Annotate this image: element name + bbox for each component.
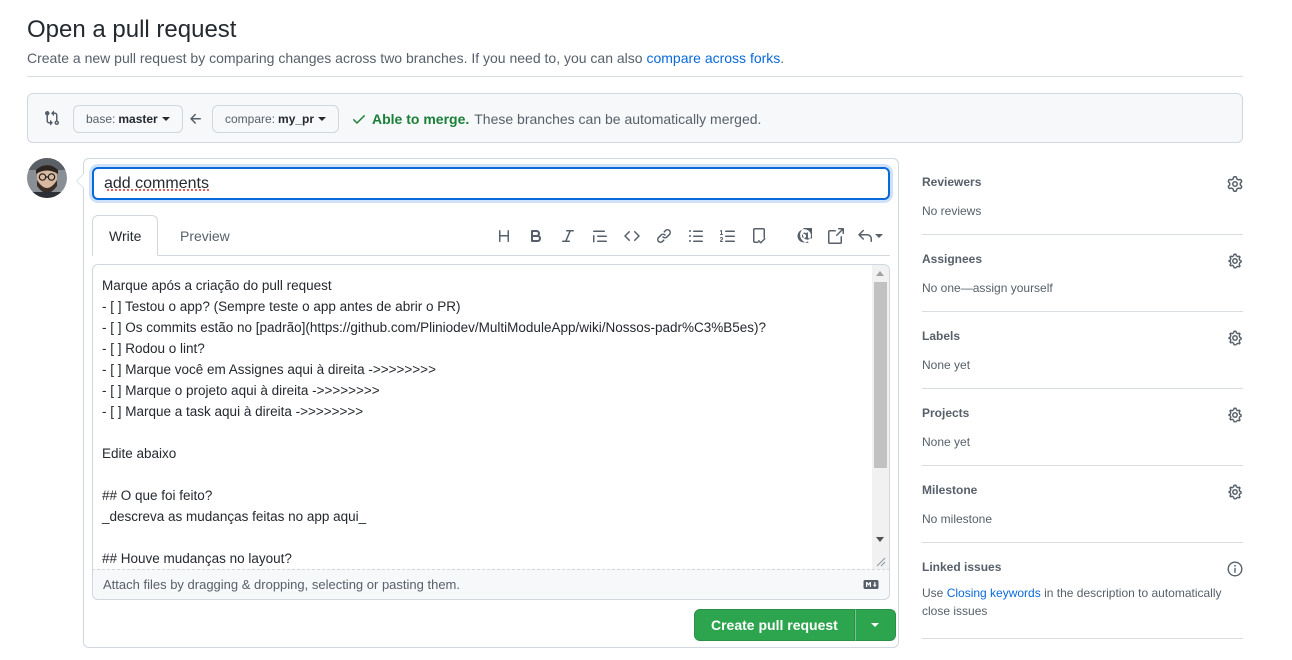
gear-icon[interactable]: [1227, 484, 1243, 500]
compare-branch-name: my_pr: [278, 112, 315, 126]
ordered-list-icon: [720, 230, 735, 242]
sidebar-labels: Labels None yet: [922, 312, 1243, 389]
arrow-left-icon: [190, 113, 201, 124]
avatar[interactable]: [27, 158, 67, 198]
page-description-end: .: [780, 50, 785, 66]
attach-files-bar[interactable]: Attach files by dragging & dropping, sel…: [92, 569, 890, 600]
sidebar-reviewers-title: Reviewers: [922, 175, 982, 189]
sidebar-milestone: Milestone No milestone: [922, 466, 1243, 543]
sidebar-linked-issues: Linked issues Use Closing keywords in th…: [922, 543, 1243, 639]
sidebar-assignees-title: Assignees: [922, 252, 983, 266]
header-divider: [27, 76, 1243, 77]
merge-detail-text: These branches can be automatically merg…: [474, 111, 762, 127]
gear-icon[interactable]: [1227, 176, 1243, 192]
quote-icon: [593, 230, 607, 243]
create-pr-dropdown-button[interactable]: [854, 609, 896, 641]
ordered-list-button[interactable]: [712, 225, 744, 247]
merge-ok-text: Able to merge.: [372, 111, 470, 127]
bold-icon: [531, 230, 542, 242]
chevron-down-icon: [871, 623, 880, 627]
sidebar-reviewers-value: No reviews: [922, 204, 982, 218]
link-icon: [657, 229, 671, 243]
attach-files-text: Attach files by dragging & dropping, sel…: [103, 577, 460, 592]
branch-range-bar: base: master compare: my_pr Able to merg…: [27, 93, 1243, 143]
gear-icon[interactable]: [1227, 407, 1243, 423]
editor-scrollbar[interactable]: [872, 265, 889, 569]
pr-body-textarea[interactable]: Marque após a criação do pull request - …: [92, 264, 890, 570]
compare-branch-select[interactable]: compare: my_pr: [212, 105, 340, 133]
pr-title-input[interactable]: [92, 167, 890, 200]
mention-button[interactable]: [788, 225, 820, 247]
git-compare-icon: [45, 110, 60, 126]
info-icon[interactable]: [1227, 561, 1243, 577]
editor-tabs: Write Preview: [92, 215, 890, 256]
chevron-down-icon: [318, 117, 327, 121]
sidebar-assignees: Assignees No one—assign yourself: [922, 235, 1243, 312]
sidebar-labels-value: None yet: [922, 358, 971, 372]
scroll-up-arrow-icon[interactable]: [876, 271, 884, 276]
saved-reply-button[interactable]: [852, 225, 888, 247]
page-description: Create a new pull request by comparing c…: [27, 50, 784, 66]
quote-button[interactable]: [584, 225, 616, 247]
page-description-text: Create a new pull request by comparing c…: [27, 50, 643, 66]
sidebar-labels-title: Labels: [922, 329, 961, 343]
page-title: Open a pull request: [27, 16, 237, 43]
pr-sidebar: Reviewers No reviews Assignees No one—as…: [922, 158, 1243, 659]
sidebar-projects: Projects None yet: [922, 389, 1243, 466]
create-pull-request-button[interactable]: Create pull request: [694, 609, 855, 641]
sidebar-projects-title: Projects: [922, 406, 970, 420]
avatar-image: [27, 158, 67, 198]
scroll-thumb[interactable]: [874, 282, 887, 468]
sidebar-assignees-value[interactable]: No one—assign yourself: [922, 279, 1243, 297]
task-list-button[interactable]: [744, 225, 776, 247]
chevron-down-icon: [161, 117, 170, 121]
sidebar-projects-value: None yet: [922, 435, 971, 449]
unordered-list-button[interactable]: [680, 225, 712, 247]
linked-text-pre: Use: [922, 586, 944, 600]
sidebar-next-section-partial: [922, 639, 1243, 659]
code-button[interactable]: [616, 225, 648, 247]
tab-write[interactable]: Write: [92, 215, 159, 256]
pr-composer: Write Preview: [76, 158, 899, 648]
markdown-toolbar: [488, 225, 888, 247]
base-branch-name: master: [118, 112, 158, 126]
merge-status: Able to merge. These branches can be aut…: [351, 111, 761, 127]
compare-label: compare:: [225, 112, 276, 126]
resize-handle-icon[interactable]: [874, 555, 886, 567]
chevron-down-icon: [875, 234, 883, 238]
reply-icon: [858, 229, 872, 242]
italic-icon: [562, 230, 574, 242]
check-icon: [353, 115, 365, 124]
sidebar-milestone-title: Milestone: [922, 483, 978, 497]
closing-keywords-link[interactable]: Closing keywords: [947, 586, 1041, 600]
compare-forks-link[interactable]: compare across forks: [646, 50, 780, 66]
bold-button[interactable]: [520, 225, 552, 247]
markdown-icon[interactable]: [863, 579, 879, 590]
mention-icon: [797, 228, 812, 243]
sidebar-milestone-value: No milestone: [922, 512, 993, 526]
gear-icon[interactable]: [1227, 330, 1243, 346]
reference-icon: [828, 228, 844, 244]
heading-button[interactable]: [488, 225, 520, 247]
unordered-list-icon: [689, 230, 703, 242]
sidebar-reviewers: Reviewers No reviews: [922, 158, 1243, 235]
sidebar-linked-value: Use Closing keywords in the description …: [922, 584, 1243, 620]
scroll-down-arrow-icon[interactable]: [876, 537, 884, 542]
heading-icon: [499, 230, 509, 242]
pr-body-text: Marque após a criação do pull request - …: [102, 278, 767, 566]
reference-button[interactable]: [820, 225, 852, 247]
link-button[interactable]: [648, 225, 680, 247]
task-list-icon: [753, 228, 766, 244]
code-icon: [624, 230, 640, 242]
tab-preview[interactable]: Preview: [164, 215, 246, 256]
gear-icon[interactable]: [1227, 253, 1243, 269]
italic-button[interactable]: [552, 225, 584, 247]
create-pr-button-group: Create pull request: [694, 609, 896, 641]
base-branch-select[interactable]: base: master: [73, 105, 183, 133]
sidebar-linked-title: Linked issues: [922, 560, 1002, 574]
base-label: base:: [86, 112, 116, 126]
